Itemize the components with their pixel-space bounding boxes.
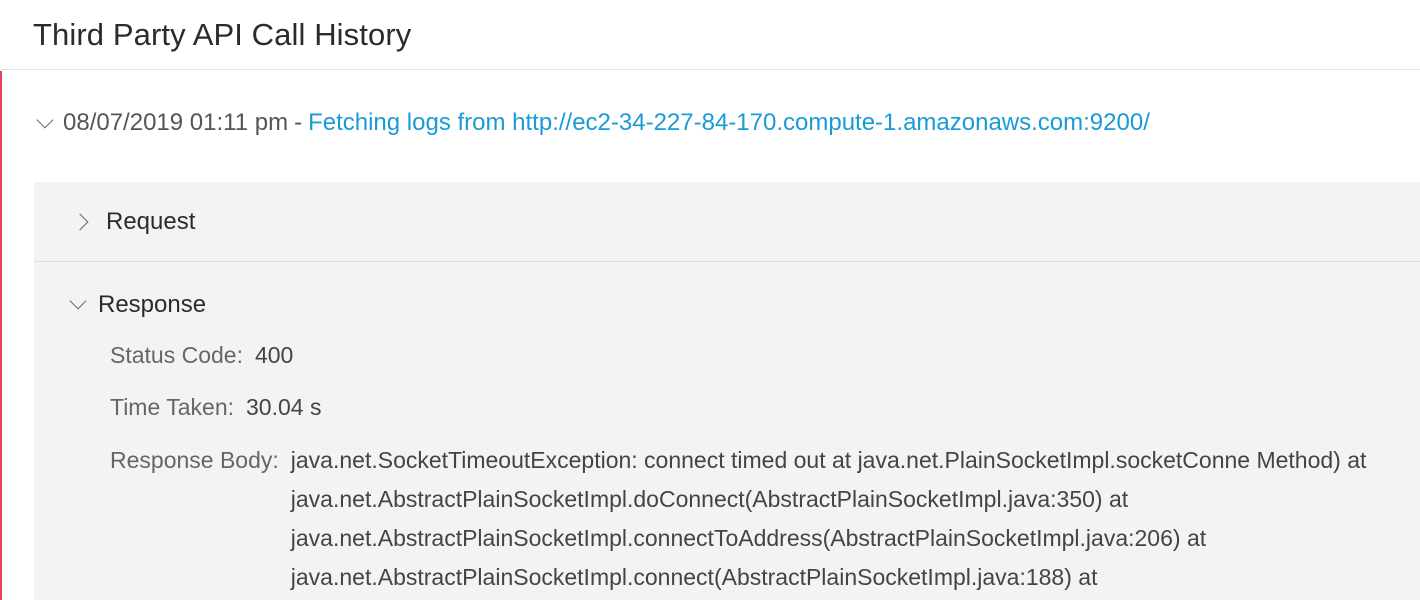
status-code-label: Status Code: — [110, 342, 243, 368]
chevron-down-icon[interactable] — [69, 292, 87, 310]
entry-description-link[interactable]: Fetching logs from http://ec2-34-227-84-… — [308, 109, 1150, 137]
response-body-row: Response Body: java.net.SocketTimeoutExc… — [110, 441, 1401, 597]
entry-timestamp: 08/07/2019 01:11 pm — [63, 109, 289, 136]
time-taken-value: 30.04 s — [246, 394, 322, 420]
time-taken-row: Time Taken: 30.04 s — [110, 388, 321, 427]
entry-separator: - — [294, 109, 303, 136]
api-call-entry[interactable]: 08/07/2019 01:11 pm - Fetching logs from… — [34, 109, 1150, 137]
chevron-down-icon[interactable] — [36, 111, 54, 129]
response-body-label: Response Body: — [110, 447, 279, 473]
request-section-toggle[interactable]: Request — [34, 182, 1420, 262]
response-section-label: Response — [98, 291, 207, 318]
call-history-list: 08/07/2019 01:11 pm - Fetching logs from… — [0, 71, 1420, 600]
response-body-value: java.net.SocketTimeoutException: connect… — [290, 447, 1367, 590]
page-header: Third Party API Call History — [0, 0, 1420, 70]
status-code-value: 400 — [254, 342, 294, 368]
page: Third Party API Call History 08/07/2019 … — [0, 0, 1420, 600]
status-code-row: Status Code: 400 — [110, 336, 293, 375]
request-section-label: Request — [106, 207, 196, 235]
page-title: Third Party API Call History — [33, 16, 412, 52]
chevron-right-icon[interactable] — [71, 213, 89, 230]
entry-details-panel: Request Response Status Code: 400 Time T… — [34, 182, 1420, 600]
response-section-toggle[interactable]: Response — [69, 291, 207, 319]
time-taken-label: Time Taken: — [110, 394, 234, 420]
